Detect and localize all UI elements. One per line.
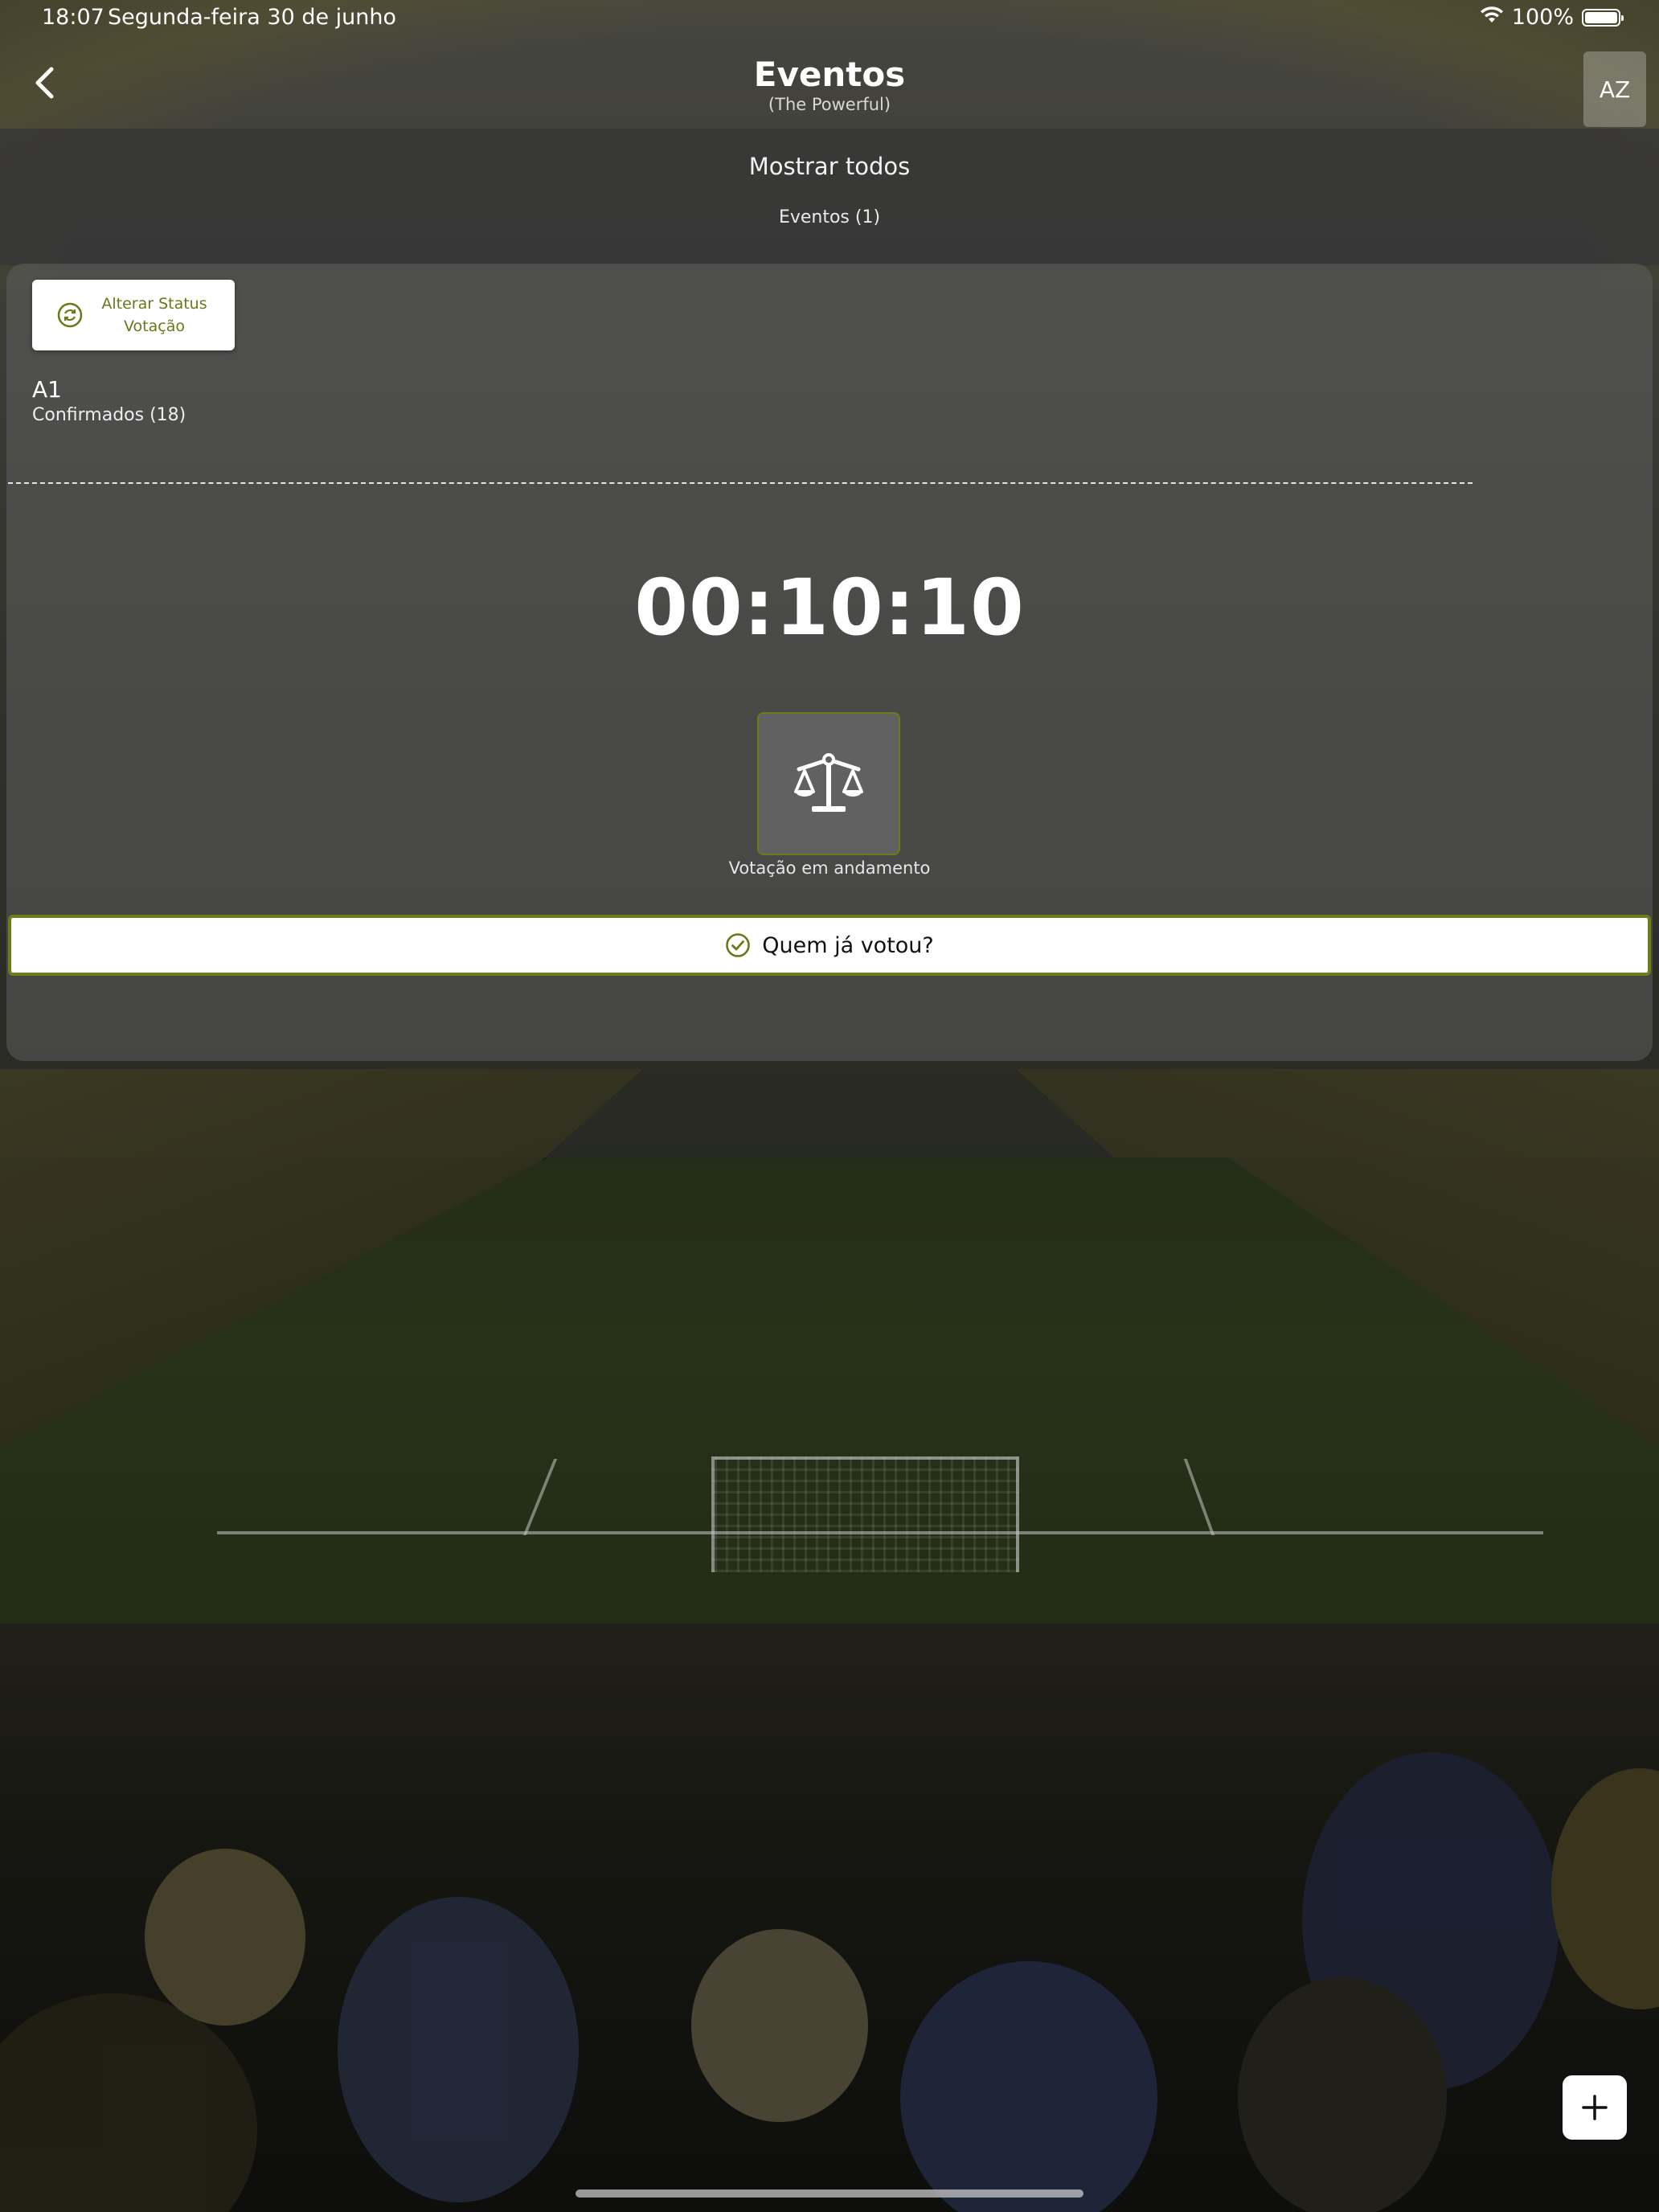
filter-panel: Mostrar todos Eventos (1)	[0, 129, 1659, 265]
countdown-timer: 00:10:10	[634, 563, 1025, 653]
wifi-icon	[1480, 5, 1504, 30]
plus-icon	[1582, 2095, 1608, 2120]
page-subtitle: (The Powerful)	[768, 95, 891, 114]
battery-percent: 100%	[1511, 5, 1574, 30]
sort-az-button[interactable]: AZ	[1583, 51, 1646, 127]
events-count: Eventos (1)	[778, 207, 881, 227]
who-voted-button[interactable]: Quem já votou?	[8, 915, 1651, 976]
who-voted-label: Quem já votou?	[762, 932, 934, 958]
voting-button[interactable]	[757, 712, 900, 855]
show-all-filter[interactable]: Mostrar todos	[0, 153, 1659, 180]
sort-az-icon: AZ	[1599, 76, 1631, 103]
event-card: Alterar Status Votação A1 Confirmados (1…	[6, 264, 1653, 1061]
change-voting-status-button[interactable]: Alterar Status Votação	[32, 280, 235, 350]
scale-icon	[794, 753, 863, 812]
voting-status-label: Votação em andamento	[728, 858, 931, 878]
change-voting-status-label: Alterar Status Votação	[101, 295, 207, 335]
refresh-circle-icon	[57, 302, 83, 328]
home-indicator[interactable]	[576, 2189, 1083, 2198]
add-event-button[interactable]	[1563, 2075, 1627, 2140]
divider	[8, 482, 1473, 484]
status-bar: 18:07 Segunda-feira 30 de junho 100%	[0, 0, 1659, 39]
confirmed-count: Confirmados (18)	[32, 405, 186, 425]
page-title: Eventos	[753, 55, 906, 94]
navigation-bar: Eventos (The Powerful) AZ	[0, 39, 1659, 129]
status-time: 18:07	[42, 5, 104, 30]
status-indicators: 100%	[1480, 5, 1624, 30]
event-name: A1	[32, 376, 62, 403]
check-circle-icon	[726, 933, 751, 957]
battery-icon	[1582, 8, 1624, 27]
status-date: Segunda-feira 30 de junho	[108, 5, 397, 30]
